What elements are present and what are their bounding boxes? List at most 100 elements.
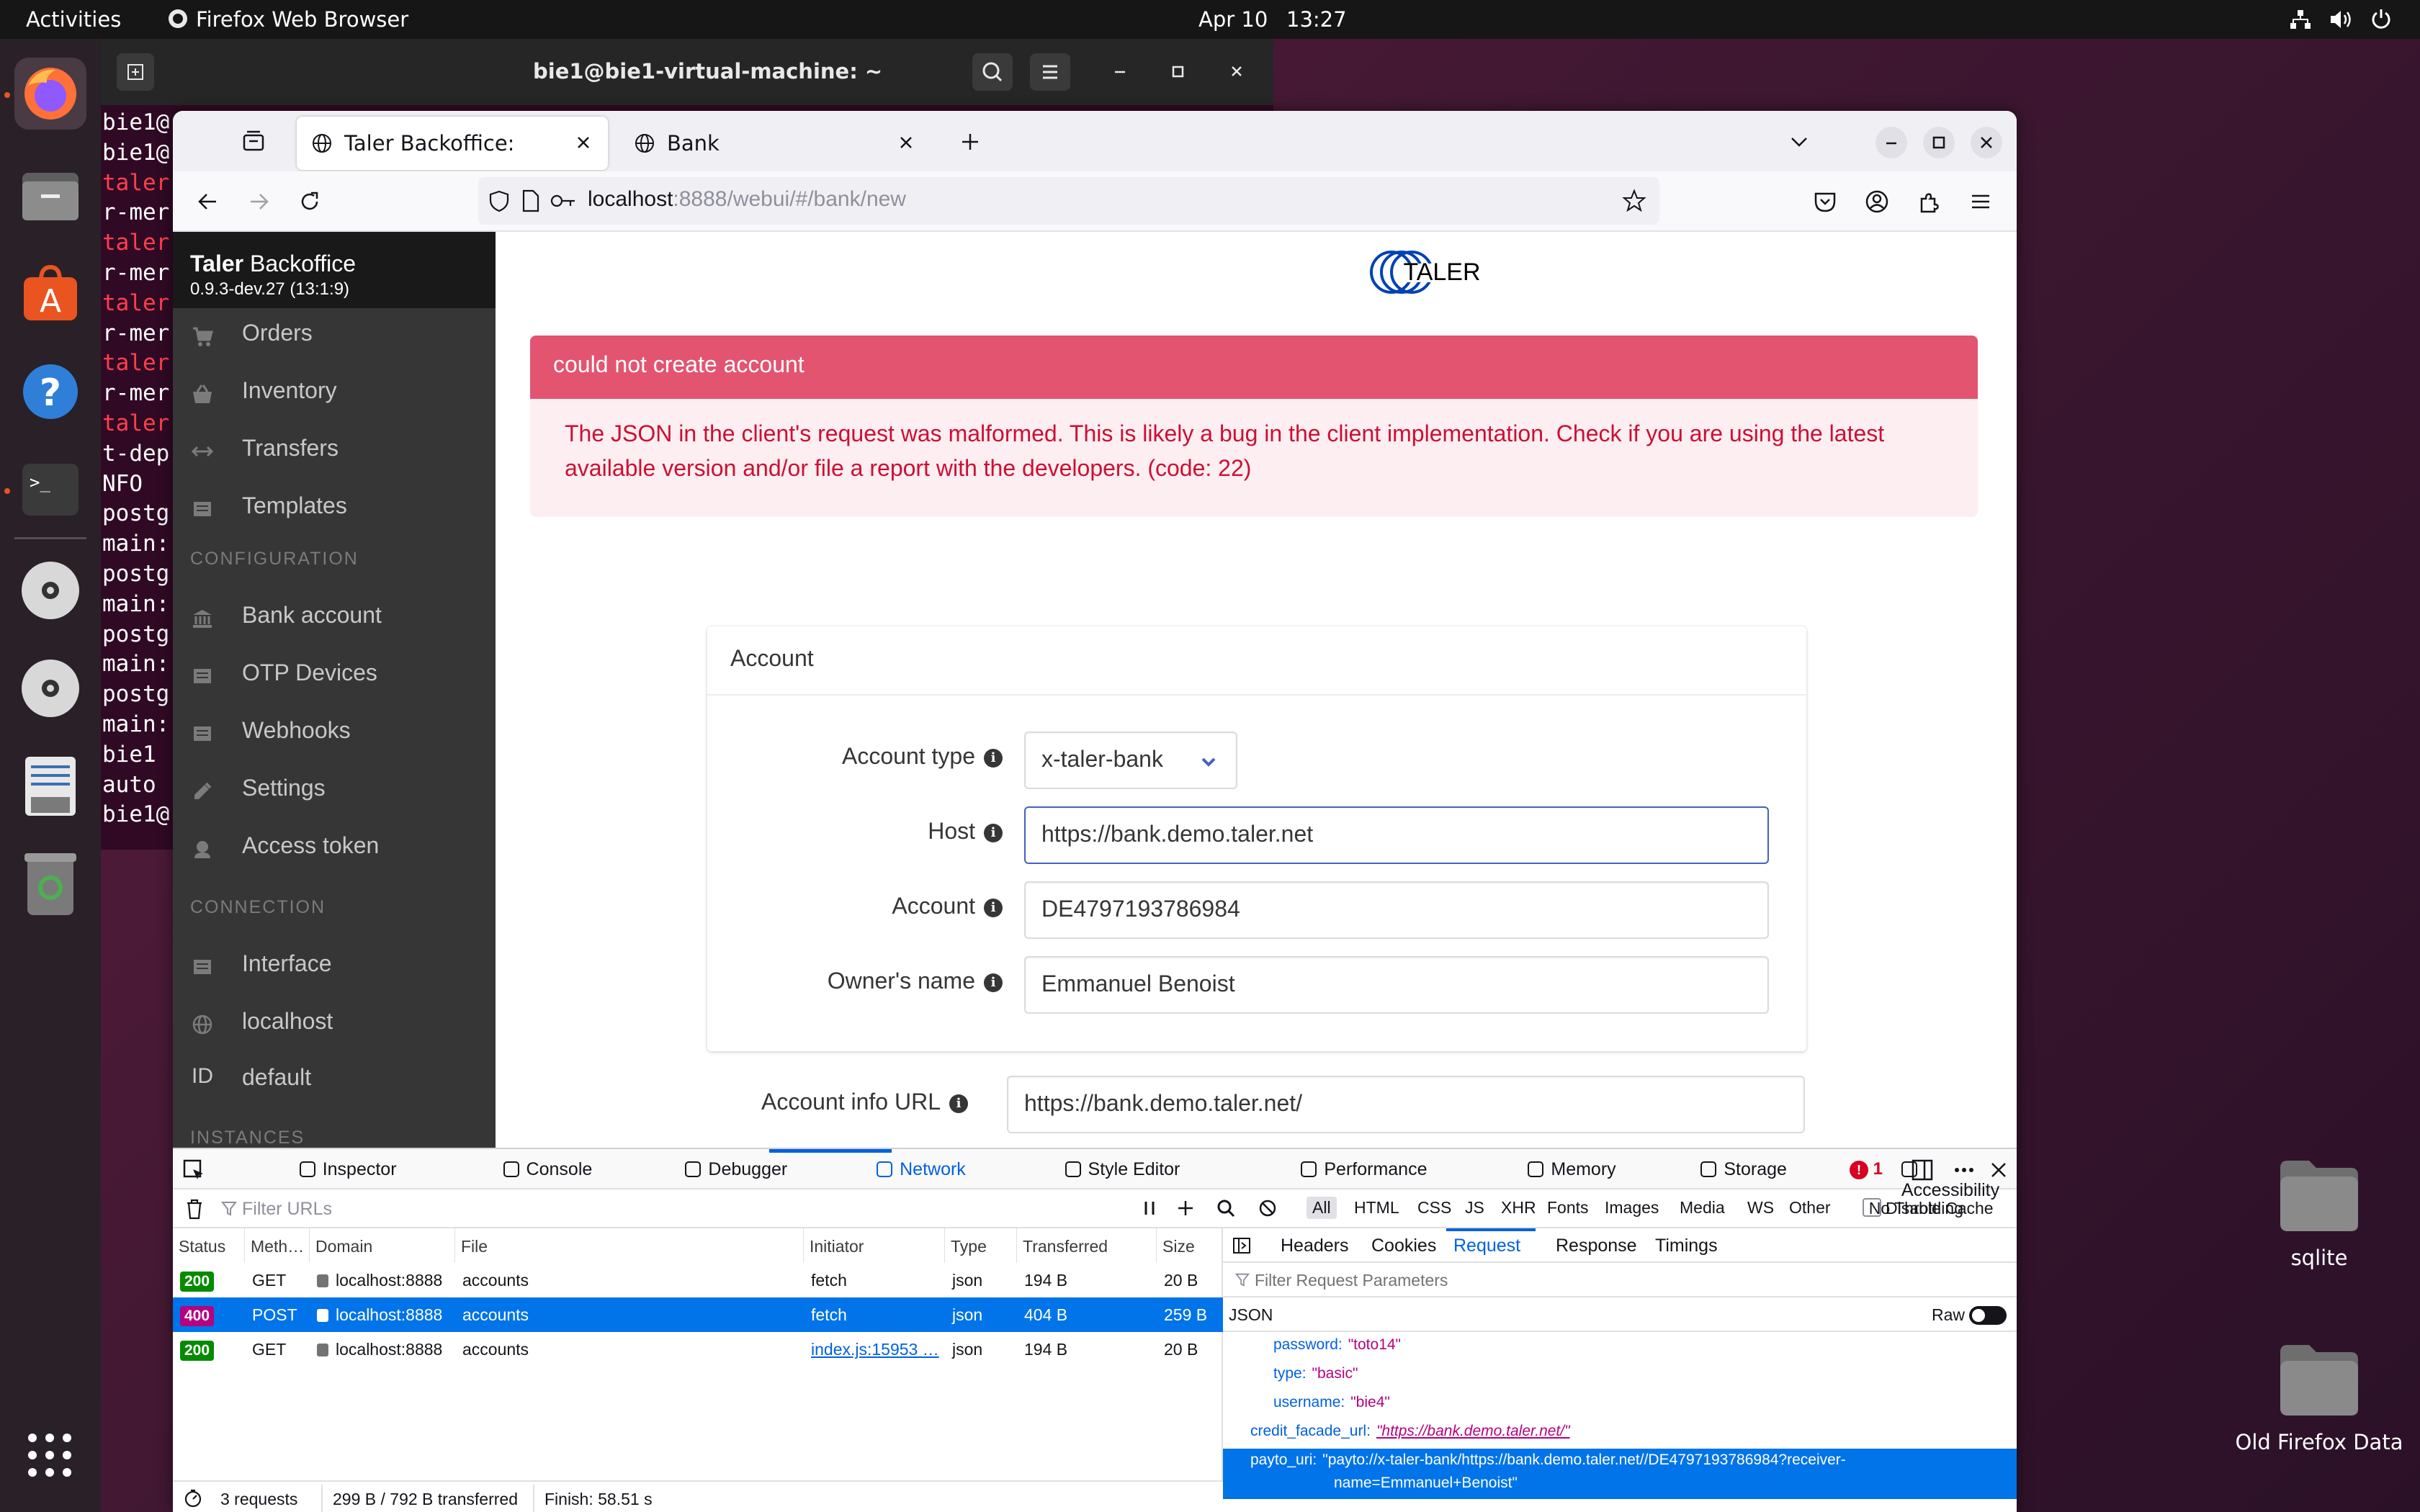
json-line[interactable]: username: "bie4": [1273, 1394, 1390, 1411]
type-filter-js[interactable]: JS: [1459, 1197, 1490, 1219]
devtools-tab-memory[interactable]: Memory: [1528, 1159, 1616, 1188]
disc-icon[interactable]: [14, 652, 86, 724]
sidebar-brand[interactable]: Taler Backoffice 0.9.3-dev.27 (13:1:9): [173, 232, 496, 308]
minimize-icon[interactable]: [1876, 127, 1907, 158]
app-center-icon[interactable]: A: [14, 258, 86, 330]
filter-params-input[interactable]: Filter Request Parameters: [1255, 1271, 1448, 1290]
permissions-icon[interactable]: [550, 192, 576, 210]
picker-icon[interactable]: [182, 1158, 206, 1182]
table-row[interactable]: 200 GET localhost:8888 accounts index.js:159…: [173, 1332, 1223, 1367]
filter-urls-input[interactable]: Filter URLs: [242, 1199, 332, 1220]
forward-icon[interactable]: [246, 189, 272, 215]
type-filter-all[interactable]: All: [1307, 1197, 1337, 1219]
sidebar-item-inventory[interactable]: Inventory: [173, 367, 496, 418]
desktop-folder-sqlite[interactable]: sqlite: [2233, 1158, 2406, 1270]
json-line[interactable]: type: "basic": [1273, 1365, 1358, 1382]
details-tab-timings[interactable]: Timings: [1655, 1236, 1718, 1256]
tab-bank[interactable]: Bank: [619, 117, 931, 170]
files-dock-icon[interactable]: [14, 160, 86, 232]
hamburger-menu-icon[interactable]: [1968, 189, 1994, 215]
more-options-icon[interactable]: [1952, 1158, 1976, 1182]
account-info-url-input[interactable]: https://bank.demo.taler.net/: [1007, 1076, 1805, 1133]
bookmark-star-icon[interactable]: [1622, 189, 1646, 213]
trash-icon[interactable]: [184, 1198, 205, 1220]
dock-side-icon[interactable]: [1910, 1158, 1935, 1182]
tracking-protection-icon[interactable]: [488, 189, 510, 212]
type-filter-images[interactable]: Images: [1599, 1197, 1664, 1219]
devtools-tab-debugger[interactable]: Debugger: [685, 1159, 787, 1188]
table-row[interactable]: 200 GET localhost:8888 accounts fetch json 194…: [173, 1263, 1223, 1297]
toggle-panel-icon[interactable]: [1232, 1236, 1252, 1256]
info-icon[interactable]: i: [984, 823, 1003, 842]
type-filter-ws[interactable]: WS: [1742, 1197, 1780, 1219]
sidebar-item-otp-devices[interactable]: OTP Devices: [173, 649, 496, 700]
column-header[interactable]: Type: [945, 1228, 1017, 1263]
column-header[interactable]: Meth…: [245, 1228, 310, 1263]
close-devtools-icon[interactable]: [1986, 1158, 2011, 1182]
details-tab-cookies[interactable]: Cookies: [1371, 1236, 1436, 1256]
json-line[interactable]: credit_facade_url: "https://bank.demo.tal…: [1250, 1423, 1570, 1440]
type-filter-html[interactable]: HTML: [1348, 1197, 1405, 1219]
type-filter-css[interactable]: CSS: [1412, 1197, 1457, 1219]
back-icon[interactable]: [194, 189, 220, 215]
page-icon[interactable]: [521, 189, 540, 212]
host-input[interactable]: https://bank.demo.taler.net: [1024, 806, 1769, 864]
type-filter-xhr[interactable]: XHR: [1495, 1197, 1542, 1219]
firefox-dock-icon[interactable]: [14, 58, 86, 130]
info-icon[interactable]: i: [984, 973, 1003, 992]
details-tab-headers[interactable]: Headers: [1281, 1236, 1349, 1256]
devtools-tab-inspector[interactable]: Inspector: [299, 1159, 397, 1188]
json-line[interactable]: payto_uri: "payto://x-taler-bank/https://…: [1250, 1452, 1846, 1469]
devtools-tab-console[interactable]: Console: [503, 1159, 592, 1188]
menu-button[interactable]: [1030, 53, 1070, 91]
json-line[interactable]: password: "toto14": [1273, 1336, 1401, 1354]
minimize-icon[interactable]: [1109, 60, 1131, 82]
column-header[interactable]: Size: [1157, 1228, 1223, 1263]
activities-button[interactable]: Activities: [26, 7, 121, 32]
column-header[interactable]: Transferred: [1017, 1228, 1157, 1263]
active-app-name[interactable]: Firefox Web Browser: [196, 7, 408, 32]
table-row[interactable]: 400 POST localhost:8888 accounts fetch json 40…: [173, 1297, 1223, 1332]
close-tab-icon[interactable]: [896, 132, 916, 153]
details-tab-response[interactable]: Response: [1556, 1236, 1637, 1256]
column-header[interactable]: Status: [173, 1228, 245, 1263]
url-bar[interactable]: localhost:8888/webui/#/bank/new: [478, 177, 1659, 225]
devtools-tab-network[interactable]: Network: [877, 1159, 966, 1188]
search-icon[interactable]: [1216, 1198, 1236, 1218]
close-window-icon[interactable]: [1971, 127, 2002, 158]
error-counter[interactable]: ! 1: [1850, 1159, 1883, 1179]
sidebar-item-access-token[interactable]: Access token: [173, 822, 496, 873]
sidebar-item-webhooks[interactable]: Webhooks: [173, 707, 496, 757]
url-text[interactable]: localhost:8888/webui/#/bank/new: [588, 187, 906, 212]
type-filter-other[interactable]: Other: [1783, 1197, 1837, 1219]
volume-icon[interactable]: [2329, 9, 2354, 30]
close-icon[interactable]: [1226, 60, 1247, 82]
clock-time[interactable]: 13:27: [1286, 7, 1347, 32]
column-header[interactable]: File: [455, 1228, 804, 1263]
extensions-icon[interactable]: [1916, 189, 1942, 215]
search-button[interactable]: [972, 53, 1013, 91]
clock-date[interactable]: Apr 10: [1198, 7, 1268, 32]
pocket-icon[interactable]: [1812, 189, 1838, 215]
tab-taler-backoffice[interactable]: Taler Backoffice:: [297, 117, 608, 170]
json-line[interactable]: name=Emmanuel+Benoist": [1328, 1475, 1518, 1492]
info-icon[interactable]: i: [984, 898, 1003, 917]
sidebar-item-orders[interactable]: Orders: [173, 310, 496, 360]
devtools-tab-performance[interactable]: Performance: [1301, 1159, 1428, 1188]
network-icon[interactable]: [2289, 9, 2312, 30]
maximize-icon[interactable]: [1167, 60, 1188, 82]
disc-icon[interactable]: [14, 554, 86, 626]
type-filter-fonts[interactable]: Fonts: [1541, 1197, 1595, 1219]
close-tab-icon[interactable]: [573, 132, 593, 153]
show-apps-icon[interactable]: [26, 1431, 73, 1479]
sidebar-item-interface[interactable]: Interface: [173, 940, 496, 991]
desktop-folder-old-firefox-data[interactable]: Old Firefox Data: [2226, 1342, 2413, 1454]
account-icon[interactable]: [1864, 189, 1890, 215]
info-icon[interactable]: i: [984, 748, 1003, 768]
devtools-tab-style-editor[interactable]: Style Editor: [1065, 1159, 1180, 1188]
pause-icon[interactable]: [1139, 1198, 1160, 1218]
account-type-select[interactable]: x-taler-bank: [1024, 732, 1237, 789]
owner-name-input[interactable]: Emmanuel Benoist: [1024, 956, 1769, 1014]
power-icon[interactable]: [2370, 7, 2393, 30]
new-tab-button[interactable]: [117, 53, 154, 91]
